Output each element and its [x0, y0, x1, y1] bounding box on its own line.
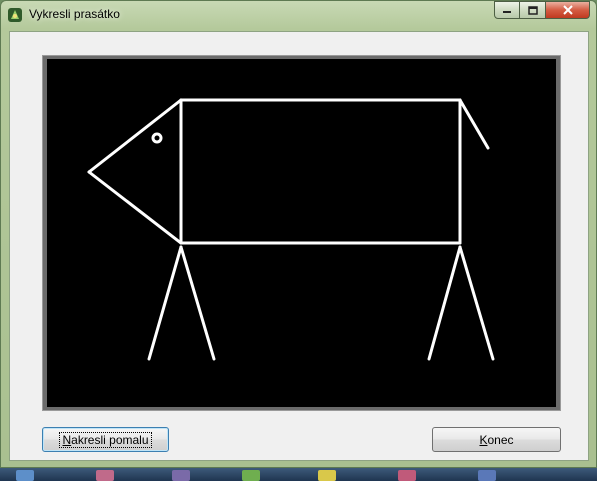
- draw-slowly-text: akresli pomalu: [71, 432, 149, 447]
- taskbar-strip: [0, 468, 597, 481]
- snout-lower-line: [87, 170, 183, 245]
- maximize-icon: [527, 5, 538, 15]
- front-leg-left: [147, 245, 183, 361]
- tail-line: [458, 98, 490, 150]
- taskbar-item[interactable]: [398, 470, 416, 481]
- end-text: onec: [487, 432, 514, 447]
- taskbar-item[interactable]: [318, 470, 336, 481]
- app-window: Vykresli prasátko Nakresli pomalu Konec: [0, 0, 597, 468]
- pig-eye: [151, 132, 163, 144]
- end-label: Konec: [479, 433, 513, 447]
- drawing-canvas: [47, 59, 556, 407]
- drawing-canvas-frame: [42, 55, 561, 411]
- draw-slowly-button[interactable]: Nakresli pomalu: [42, 427, 169, 452]
- close-button[interactable]: [546, 1, 590, 19]
- end-button[interactable]: Konec: [432, 427, 561, 452]
- front-leg-right: [179, 245, 216, 361]
- title-bar[interactable]: Vykresli prasátko: [1, 1, 596, 29]
- minimize-button[interactable]: [494, 1, 520, 19]
- draw-slowly-label: Nakresli pomalu: [59, 431, 152, 448]
- minimize-icon: [503, 11, 511, 13]
- window-title: Vykresli prasátko: [29, 7, 120, 21]
- snout-upper-line: [87, 98, 183, 174]
- app-icon[interactable]: [7, 7, 23, 23]
- pig-drawing: [87, 98, 495, 361]
- taskbar-item[interactable]: [242, 470, 260, 481]
- client-area: Nakresli pomalu Konec: [9, 31, 589, 461]
- back-leg-left: [427, 245, 462, 361]
- taskbar-item[interactable]: [478, 470, 496, 481]
- draw-slowly-accelerator: N: [62, 432, 72, 447]
- taskbar-item[interactable]: [96, 470, 114, 481]
- taskbar-item[interactable]: [16, 470, 34, 481]
- maximize-button[interactable]: [520, 1, 546, 19]
- caption-buttons: [494, 1, 590, 20]
- close-icon: [562, 5, 573, 15]
- taskbar-item[interactable]: [172, 470, 190, 481]
- back-leg-right: [458, 245, 495, 361]
